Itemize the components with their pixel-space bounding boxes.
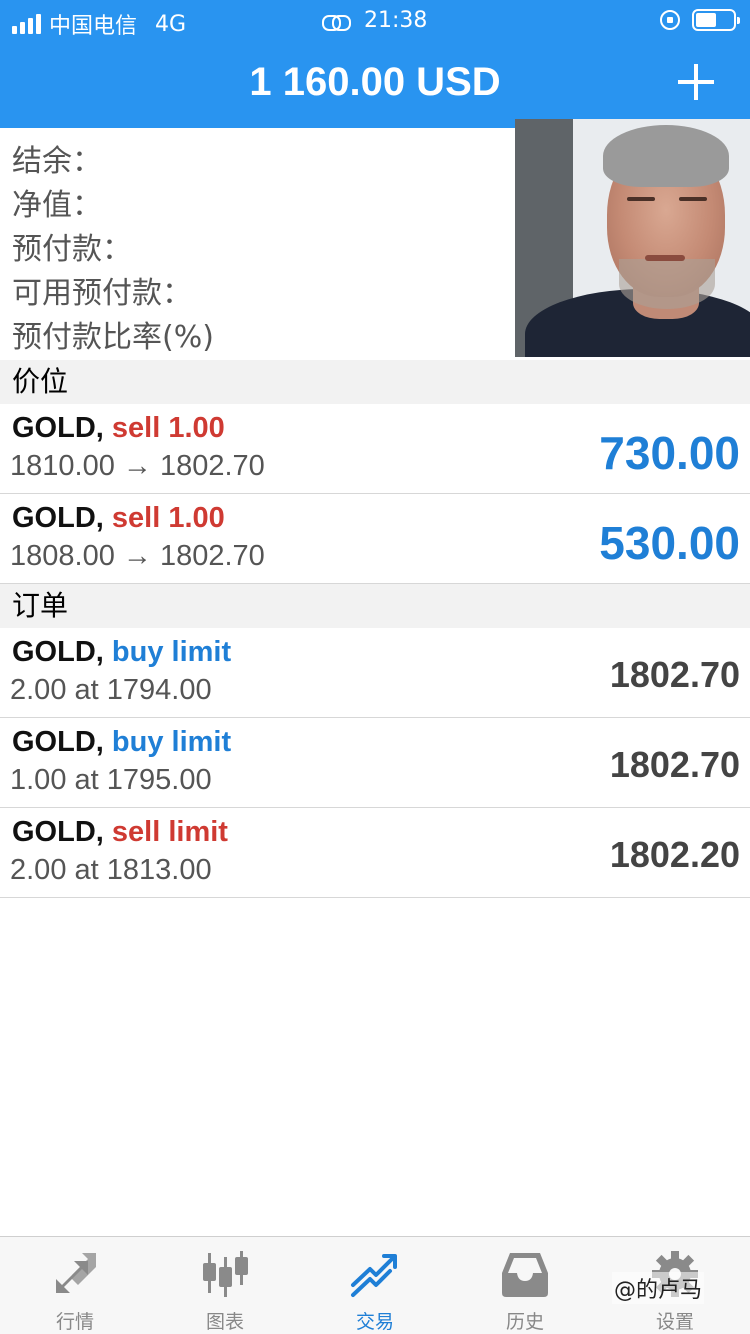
summary-balance-label: 结余： xyxy=(12,144,102,179)
tab-quotes-label: 行情 xyxy=(55,1311,94,1333)
tab-history[interactable]: 历史 xyxy=(450,1237,600,1334)
order-symbol: GOLD, xyxy=(12,816,104,848)
account-balance-title: 1 160.00 USD xyxy=(249,60,501,104)
order-symbol: GOLD, xyxy=(12,726,104,758)
carrier-name: 中国电信 xyxy=(49,14,138,39)
order-volume-price: 1.00 at 1795.00 xyxy=(10,764,212,796)
order-row[interactable]: GOLD, sell limit 2.00 at 1813.00 1802.20 xyxy=(0,808,750,898)
link-icon xyxy=(322,13,352,31)
plus-icon[interactable] xyxy=(678,64,714,100)
status-bar: 中国电信 4G 21:38 xyxy=(0,0,750,40)
position-price-change: 1808.00 → 1802.70 xyxy=(10,540,265,572)
order-side: sell limit xyxy=(111,816,228,848)
tab-history-label: 历史 xyxy=(505,1311,544,1333)
tab-trade[interactable]: 交易 xyxy=(300,1237,450,1334)
tab-charts[interactable]: 图表 xyxy=(150,1237,300,1334)
order-volume-price: 2.00 at 1813.00 xyxy=(10,854,212,886)
signal-strength-icon xyxy=(12,14,41,34)
clock: 21:38 xyxy=(364,8,428,33)
order-row[interactable]: GOLD, buy limit 2.00 at 1794.00 1802.70 xyxy=(0,628,750,718)
quotes-arrows-icon xyxy=(56,1253,96,1293)
position-profit: 530.00 xyxy=(599,517,740,569)
orders-section-header: 订单 xyxy=(0,584,750,628)
positions-section-header: 价位 xyxy=(0,360,750,404)
position-row[interactable]: GOLD, sell 1.00 1808.00 → 1802.70 530.00 xyxy=(0,494,750,584)
network-type: 4G xyxy=(155,11,187,37)
trade-trend-icon xyxy=(351,1254,397,1297)
history-tray-icon xyxy=(502,1253,548,1297)
watermark: @的卢马 xyxy=(612,1272,705,1304)
order-current-price: 1802.70 xyxy=(609,744,740,785)
tab-settings-label: 设置 xyxy=(655,1311,694,1333)
meme-photo xyxy=(515,119,750,357)
order-volume-price: 2.00 at 1794.00 xyxy=(10,674,212,706)
order-side: buy limit xyxy=(111,636,232,668)
order-side: buy limit xyxy=(111,726,232,758)
position-profit: 730.00 xyxy=(599,427,740,479)
tab-quotes[interactable]: 行情 xyxy=(0,1237,150,1334)
summary-margin-level-label: 预付款比率(%) xyxy=(12,320,214,355)
position-side: sell 1.00 xyxy=(111,412,225,444)
position-symbol: GOLD, xyxy=(12,412,104,444)
summary-equity-label: 净值： xyxy=(12,188,102,223)
nav-bar: 1 160.00 USD xyxy=(0,40,750,128)
order-symbol: GOLD, xyxy=(12,636,104,668)
position-row[interactable]: GOLD, sell 1.00 1810.00 → 1802.70 730.00 xyxy=(0,404,750,494)
order-current-price: 1802.20 xyxy=(609,834,740,875)
position-side: sell 1.00 xyxy=(111,502,225,534)
tab-charts-label: 图表 xyxy=(205,1311,244,1333)
rotation-lock-icon xyxy=(660,10,680,30)
position-symbol: GOLD, xyxy=(12,502,104,534)
order-row[interactable]: GOLD, buy limit 1.00 at 1795.00 1802.70 xyxy=(0,718,750,808)
position-price-change: 1810.00 → 1802.70 xyxy=(10,450,265,482)
battery-icon xyxy=(692,9,740,31)
tab-trade-label: 交易 xyxy=(355,1311,394,1333)
order-current-price: 1802.70 xyxy=(609,654,740,695)
summary-free-margin-label: 可用预付款： xyxy=(12,276,192,311)
summary-margin-label: 预付款： xyxy=(12,232,132,267)
candlestick-chart-icon xyxy=(203,1251,248,1297)
